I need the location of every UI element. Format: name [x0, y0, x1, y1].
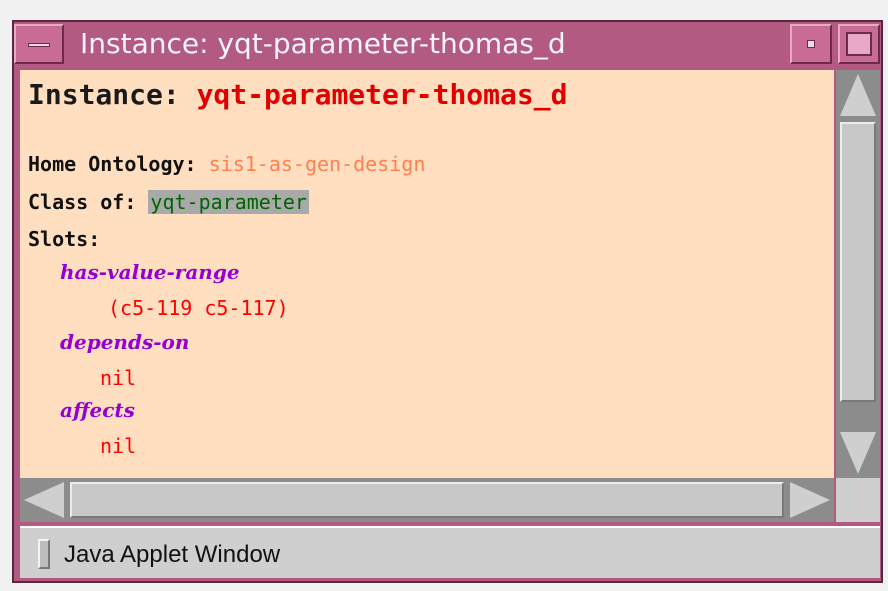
home-ontology-label: Home Ontology:: [28, 152, 209, 176]
instance-heading: Instance: yqt-parameter-thomas_d: [28, 78, 567, 111]
horizontal-scrollbar[interactable]: [20, 478, 834, 522]
instance-content: Instance: yqt-parameter-thomas_d Home On…: [20, 70, 834, 478]
home-ontology-row: Home Ontology: sis1-as-gen-design: [28, 152, 425, 176]
minimize-button[interactable]: [790, 24, 832, 64]
applet-status-bar: Java Applet Window: [20, 526, 880, 578]
status-grip-icon: [38, 539, 50, 569]
scroll-right-arrow-icon[interactable]: [790, 482, 830, 518]
instance-name: yqt-parameter-thomas_d: [196, 78, 568, 111]
vertical-scrollbar[interactable]: [836, 70, 880, 478]
window-menu-button[interactable]: [14, 24, 64, 64]
status-text: Java Applet Window: [64, 541, 281, 568]
home-ontology-value[interactable]: sis1-as-gen-design: [209, 152, 426, 176]
scroll-left-arrow-icon[interactable]: [24, 482, 64, 518]
slots-label: Slots:: [28, 227, 101, 251]
instance-label: Instance:: [28, 78, 197, 111]
slot-value-depends-on[interactable]: nil: [100, 366, 136, 390]
window-title: Instance: yqt-parameter-thomas_d: [80, 27, 566, 60]
scroll-up-arrow-icon[interactable]: [840, 74, 876, 116]
vertical-scroll-thumb[interactable]: [840, 122, 876, 402]
maximize-button[interactable]: [838, 24, 880, 64]
class-of-label: Class of:: [28, 190, 149, 214]
horizontal-scroll-thumb[interactable]: [70, 482, 784, 518]
slot-name-has-value-range[interactable]: has-value-range: [60, 260, 240, 284]
class-of-value[interactable]: yqt-parameter: [148, 190, 309, 214]
slot-name-affects[interactable]: affects: [60, 398, 135, 422]
scrollbar-corner: [836, 478, 880, 522]
applet-window: Instance: yqt-parameter-thomas_d Instanc…: [0, 0, 888, 591]
class-of-row: Class of: yqt-parameter: [28, 190, 309, 214]
slot-value-affects[interactable]: nil: [100, 434, 136, 458]
slot-value-has-value-range[interactable]: (c5-119 c5-117): [108, 296, 289, 320]
scroll-down-arrow-icon[interactable]: [840, 432, 876, 474]
slot-name-depends-on[interactable]: depends-on: [60, 330, 189, 354]
